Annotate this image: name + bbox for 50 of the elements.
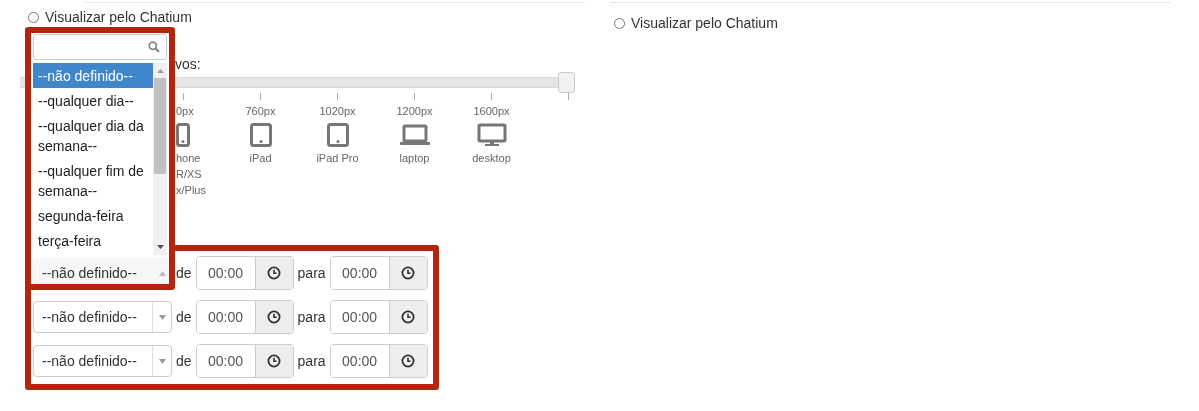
- dropdown-option[interactable]: segunda-feira: [33, 203, 153, 228]
- to-label: para: [297, 353, 326, 369]
- phone-icon: [176, 123, 190, 147]
- radio-label: Visualizar pelo Chatium: [45, 9, 192, 25]
- day-select[interactable]: --não definido--: [33, 345, 172, 377]
- tick-mark: [337, 93, 338, 100]
- dropdown-option[interactable]: --qualquer dia--: [33, 88, 153, 113]
- caret-down-icon: [158, 314, 166, 320]
- dropdown-option[interactable]: --qualquer dia da semana--: [33, 113, 153, 158]
- radio-label: Visualizar pelo Chatium: [631, 15, 778, 31]
- tablet-icon: [326, 123, 349, 147]
- device-name: iPad Pro: [316, 151, 359, 166]
- slider-thumb[interactable]: [558, 72, 575, 93]
- dropdown-option[interactable]: terça-feira: [33, 228, 153, 253]
- breakpoint-width: 760px: [245, 104, 276, 118]
- device-name: x/Plus: [176, 183, 206, 198]
- to-label: para: [297, 309, 326, 325]
- radio-button[interactable]: [614, 17, 625, 29]
- scroll-down-icon[interactable]: [156, 245, 164, 249]
- scroll-thumb[interactable]: [154, 78, 166, 174]
- caret-up-icon: [158, 270, 166, 276]
- laptop-icon: [398, 123, 431, 147]
- monitor-icon: [476, 123, 507, 147]
- caret-down-icon: [158, 358, 166, 364]
- search-icon: [148, 41, 160, 53]
- device-name: desktop: [472, 151, 511, 166]
- device-name: R/XS: [176, 167, 203, 182]
- scrollbar[interactable]: [153, 63, 167, 255]
- from-label: de: [176, 265, 192, 281]
- dropdown-option[interactable]: --não definido--: [33, 63, 153, 88]
- day-select[interactable]: --não definido--: [33, 301, 172, 333]
- device-name: hone: [176, 151, 202, 166]
- tick-mark: [414, 93, 415, 100]
- breakpoint-width: 1020px: [319, 104, 356, 118]
- tick-mark: [260, 93, 261, 100]
- devices-label: vos:: [175, 55, 201, 73]
- device-name: laptop: [399, 151, 430, 166]
- tablet-icon: [249, 123, 272, 147]
- tick-mark: [183, 93, 184, 100]
- breakpoint-width: 1600px: [473, 104, 510, 118]
- to-label: para: [297, 265, 326, 281]
- from-label: de: [176, 353, 192, 369]
- breakpoint-width: 0px: [176, 104, 194, 118]
- breakpoint-width: 1200px: [396, 104, 433, 118]
- tick-mark: [568, 93, 569, 100]
- radio-button[interactable]: [28, 11, 39, 23]
- tick-mark: [491, 93, 492, 100]
- search-field[interactable]: [33, 34, 167, 60]
- device-name: iPad: [249, 151, 272, 166]
- from-label: de: [176, 309, 192, 325]
